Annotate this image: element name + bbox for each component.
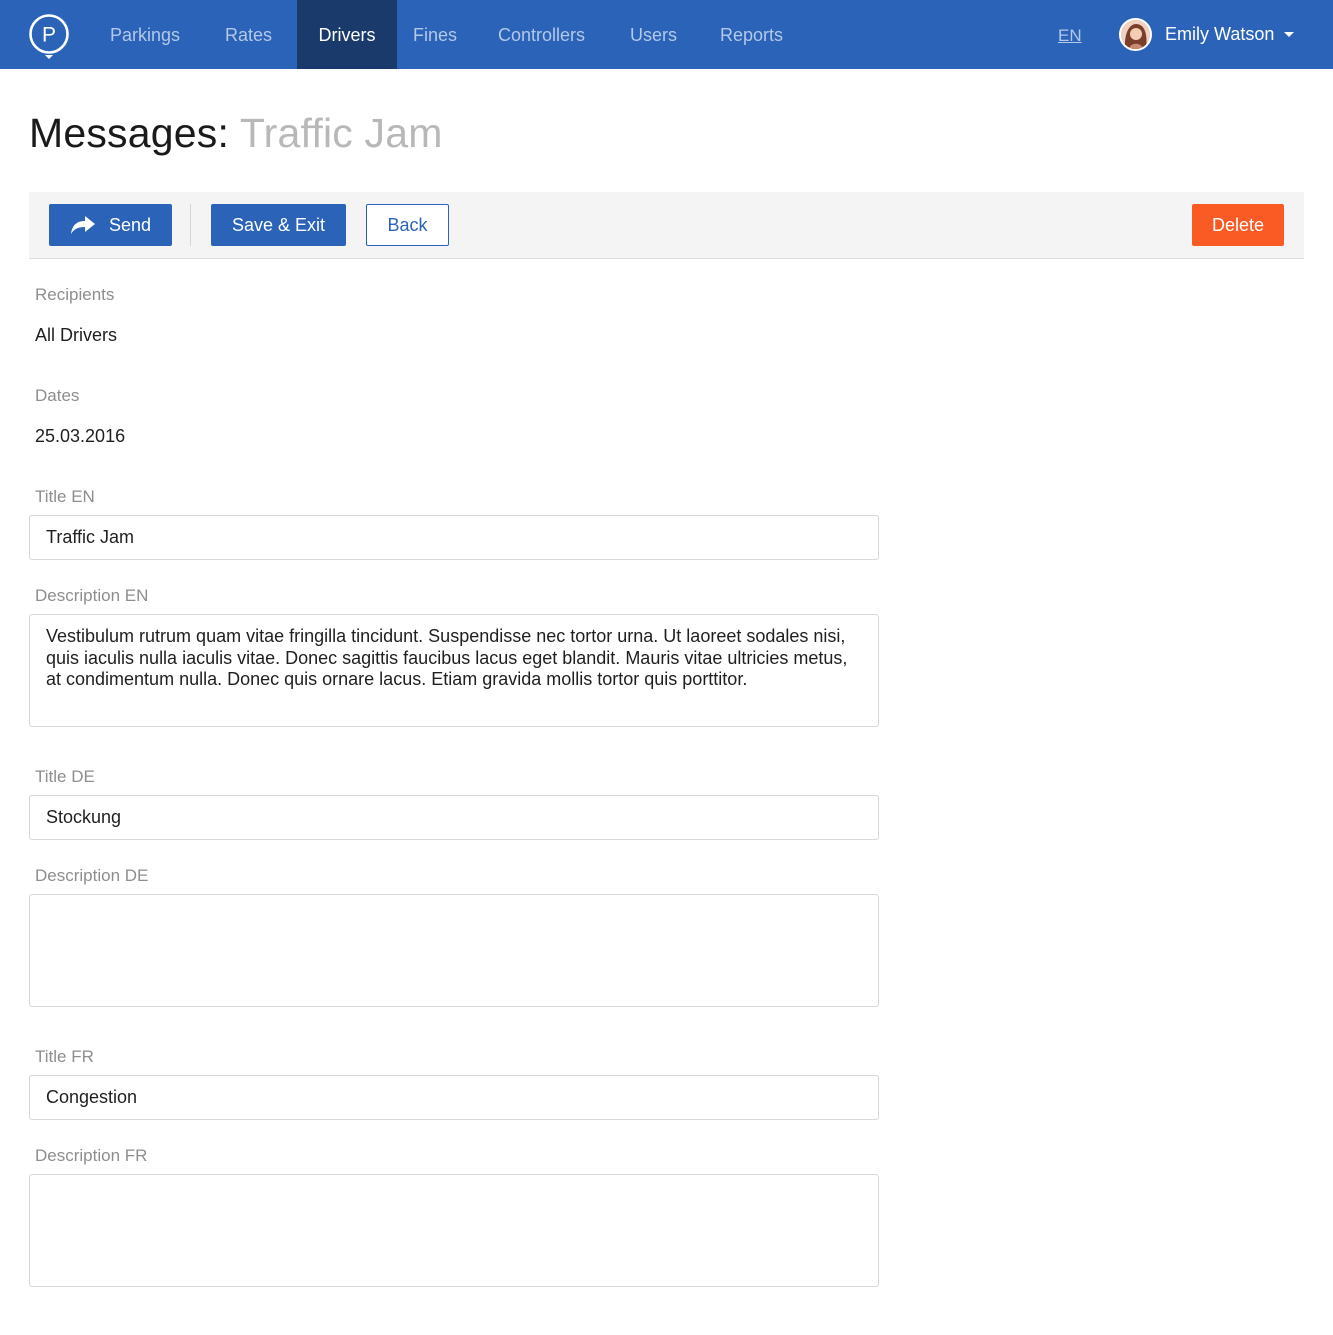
back-button[interactable]: Back <box>366 204 449 246</box>
page-title-subject: Traffic Jam <box>239 110 443 156</box>
avatar <box>1119 17 1152 51</box>
svg-text:P: P <box>42 24 56 47</box>
save-exit-button[interactable]: Save & Exit <box>211 204 346 246</box>
title-de-label: Title DE <box>35 767 95 786</box>
user-name: Emily Watson <box>1165 23 1275 44</box>
nav-item-drivers[interactable]: Drivers <box>297 0 397 69</box>
page-title-prefix: Messages: <box>29 110 230 156</box>
description-fr-label: Description FR <box>35 1146 148 1165</box>
top-navigation-bar: P Parkings Rates Drivers Fines Controlle… <box>0 0 1333 69</box>
user-menu[interactable]: Emily Watson <box>1119 17 1295 51</box>
nav-item-controllers[interactable]: Controllers <box>498 0 585 69</box>
action-toolbar: Send Save & Exit Back Delete <box>29 192 1304 259</box>
share-arrow-icon <box>70 216 95 234</box>
description-de-label: Description DE <box>35 866 149 885</box>
send-button-label: Send <box>108 214 152 235</box>
description-de-textarea[interactable] <box>29 894 879 1007</box>
nav-item-rates[interactable]: Rates <box>225 0 272 69</box>
page-title: Messages: Traffic Jam <box>29 110 443 157</box>
recipients-label: Recipients <box>35 285 115 304</box>
title-en-input[interactable] <box>29 515 879 560</box>
parking-logo-icon[interactable]: P <box>28 13 70 59</box>
nav-item-parkings[interactable]: Parkings <box>110 0 180 69</box>
nav-item-fines[interactable]: Fines <box>413 0 457 69</box>
title-de-input[interactable] <box>29 795 879 840</box>
language-switcher[interactable]: EN <box>1058 0 1082 69</box>
description-en-textarea[interactable]: Vestibulum rutrum quam vitae fringilla t… <box>29 614 879 727</box>
title-fr-input[interactable] <box>29 1075 879 1120</box>
recipients-value: All Drivers <box>35 325 118 345</box>
dates-value: 25.03.2016 <box>35 426 126 446</box>
toolbar-divider <box>190 204 191 246</box>
description-fr-textarea[interactable] <box>29 1174 879 1287</box>
title-en-label: Title EN <box>35 487 95 506</box>
description-en-label: Description EN <box>35 586 149 605</box>
chevron-down-icon <box>1284 31 1295 37</box>
title-fr-label: Title FR <box>35 1047 94 1066</box>
nav-item-users[interactable]: Users <box>630 0 677 69</box>
user-avatar-icon <box>1121 19 1150 49</box>
send-button[interactable]: Send <box>49 204 172 246</box>
nav-item-reports[interactable]: Reports <box>720 0 783 69</box>
dates-label: Dates <box>35 386 80 405</box>
delete-button[interactable]: Delete <box>1192 204 1284 246</box>
